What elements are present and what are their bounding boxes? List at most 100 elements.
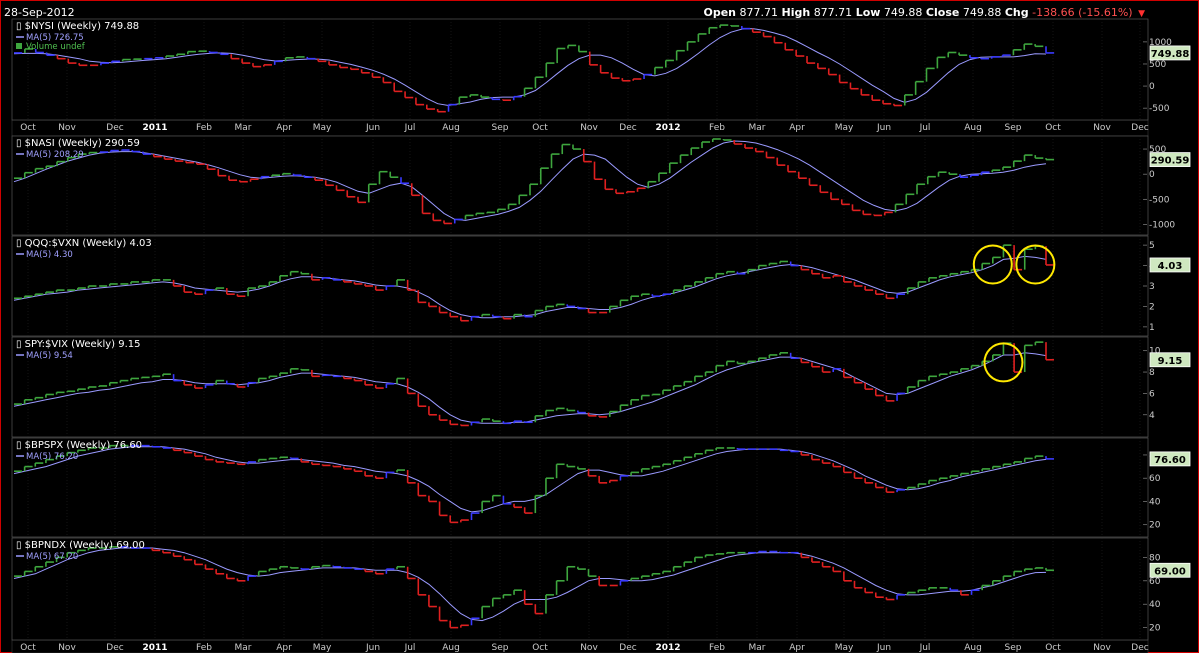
x-tick-label: Nov	[58, 123, 76, 133]
x-tick-label: Sep	[1005, 643, 1022, 653]
y-tick-label: -500	[1149, 195, 1170, 205]
panel-title: ▯ $BPSPX (Weekly) 76.60	[16, 440, 142, 451]
x-tick-label: Jul	[919, 643, 931, 653]
y-tick-label: 80	[1149, 553, 1161, 563]
last-value-text: 76.60	[1154, 455, 1186, 466]
panel-frame	[11, 437, 1149, 538]
y-tick-label: 4	[1149, 411, 1155, 421]
y-tick-label: 60	[1149, 474, 1161, 484]
last-value-text: 4.03	[1158, 261, 1183, 272]
y-tick-label: 500	[1149, 60, 1166, 70]
x-tick-label: Oct	[1045, 643, 1061, 653]
x-tick-label: Feb	[709, 643, 725, 653]
y-tick-label: 20	[1149, 624, 1161, 634]
x-tick-label: Oct	[532, 123, 548, 133]
y-tick-label: 60	[1149, 577, 1161, 587]
panel-2: 5000-500-1000290.59▯ $NASI (Weekly) 290.…	[11, 135, 1191, 236]
x-tick-label: Jul	[404, 643, 416, 653]
x-tick-label: Jul	[919, 123, 931, 133]
panel-title: ▯ QQQ:$VXN (Weekly) 4.03	[16, 238, 152, 249]
panel-1: 10005000-500749.88▯ $NYSI (Weekly) 749.8…	[11, 18, 1191, 121]
x-tick-label: Apr	[276, 643, 292, 653]
x-tick-label: Nov	[580, 643, 598, 653]
x-tick-label: May	[835, 643, 854, 653]
panel-frame	[11, 135, 1149, 236]
last-value-text: 749.88	[1151, 49, 1190, 60]
x-axis-2: Oct Nov Dec 2011 Feb Mar Apr May Jun Jul Aug Sep Oct…	[11, 639, 1149, 653]
y-tick-label: -1000	[1149, 220, 1175, 230]
ma-legend-label: MA(5) 9.54	[26, 351, 73, 361]
y-tick-label: 40	[1149, 600, 1161, 610]
x-tick-label: 2012	[655, 123, 680, 133]
x-tick-label: Feb	[709, 123, 725, 133]
x-tick-label: Oct	[532, 643, 548, 653]
y-tick-label: 0	[1149, 170, 1155, 180]
x-tick-label: May	[835, 123, 854, 133]
x-tick-label: Mar	[235, 123, 252, 133]
y-tick-label: 5	[1149, 241, 1155, 251]
ma-legend-label: MA(5) 208.29	[26, 150, 84, 160]
x-tick-label: Dec	[1131, 123, 1148, 133]
x-tick-label: Aug	[442, 123, 460, 133]
y-tick-label: 1	[1149, 323, 1155, 333]
x-tick-label: Nov	[580, 123, 598, 133]
panel-frame	[11, 18, 1149, 121]
x-tick-label: Jun	[876, 123, 891, 133]
volume-legend-label: Volume undef	[26, 42, 86, 52]
volume-legend-swatch	[16, 43, 22, 49]
y-tick-label: 40	[1149, 497, 1161, 507]
y-tick-label: 20	[1149, 521, 1161, 531]
x-tick-label: Sep	[1005, 123, 1022, 133]
y-tick-label: 2	[1149, 302, 1155, 312]
x-axis-1: Oct Nov Dec 2011 Feb Mar Apr May Jun Jul Aug Sep Oct…	[11, 119, 1149, 137]
x-tick-label: Oct	[20, 123, 36, 133]
x-tick-label: Aug	[964, 643, 982, 653]
x-tick-label: Mar	[235, 643, 252, 653]
x-tick-label: Dec	[106, 123, 123, 133]
x-tick-label: Dec	[1131, 643, 1148, 653]
x-tick-label: Apr	[789, 643, 805, 653]
x-tick-label: May	[313, 123, 332, 133]
y-tick-label: 0	[1149, 82, 1155, 92]
x-tick-label: Sep	[492, 643, 509, 653]
last-value-text: 69.00	[1154, 566, 1186, 577]
x-tick-label: Jun	[365, 643, 380, 653]
x-tick-label: Jun	[876, 643, 891, 653]
x-tick-label: Aug	[964, 123, 982, 133]
panel-6: 80 60 40 20 69.00 ▯ $BPNDX (Weekly) 69.00MA(5…	[11, 537, 1191, 641]
x-tick-label: Aug	[442, 643, 460, 653]
x-tick-label: Nov	[1093, 643, 1111, 653]
panel-title: ▯ SPY:$VIX (Weekly) 9.15	[16, 339, 141, 350]
y-tick-label: -500	[1149, 104, 1170, 114]
last-value-text: 9.15	[1158, 356, 1183, 367]
chart-area: Oct Nov Dec 2011 Feb Mar Apr May Jun Jul Aug Sep Oct…	[11, 18, 1191, 653]
x-tick-label: 2011	[142, 643, 167, 653]
x-tick-label: Dec	[619, 123, 636, 133]
panel-5: 8060402076.60▯ $BPSPX (Weekly) 76.60MA(5…	[11, 437, 1191, 538]
x-tick-label: Dec	[106, 643, 123, 653]
last-value-text: 290.59	[1151, 156, 1190, 167]
x-tick-label: Mar	[749, 123, 766, 133]
x-tick-label: Jul	[404, 123, 416, 133]
x-tick-label: Apr	[789, 123, 805, 133]
x-tick-label: Feb	[196, 643, 212, 653]
panel-title: ▯ $NASI (Weekly) 290.59	[16, 138, 140, 149]
panel-title: ▯ $NYSI (Weekly) 749.88	[16, 21, 139, 32]
x-tick-label: Oct	[20, 643, 36, 653]
x-tick-label: Dec	[619, 643, 636, 653]
x-tick-label: Jun	[365, 123, 380, 133]
ma-legend-label: MA(5) 67.20	[26, 552, 78, 562]
x-tick-label: 2011	[142, 123, 167, 133]
y-tick-label: 8	[1149, 368, 1155, 378]
y-tick-label: 6	[1149, 389, 1155, 399]
panel-3: 543214.03▯ QQQ:$VXN (Weekly) 4.03MA(5) 4…	[11, 235, 1191, 337]
x-tick-label: Apr	[276, 123, 292, 133]
panel-4: 108649.15▯ SPY:$VIX (Weekly) 9.15MA(5) 9…	[11, 336, 1191, 438]
x-tick-label: Mar	[749, 643, 766, 653]
panel-frame	[11, 336, 1149, 438]
panel-frame	[11, 235, 1149, 337]
ma-legend-label: MA(5) 4.30	[26, 250, 73, 260]
x-tick-label: May	[313, 643, 332, 653]
ma-legend-label: MA(5) 76.20	[26, 452, 78, 462]
x-tick-label: Nov	[58, 643, 76, 653]
